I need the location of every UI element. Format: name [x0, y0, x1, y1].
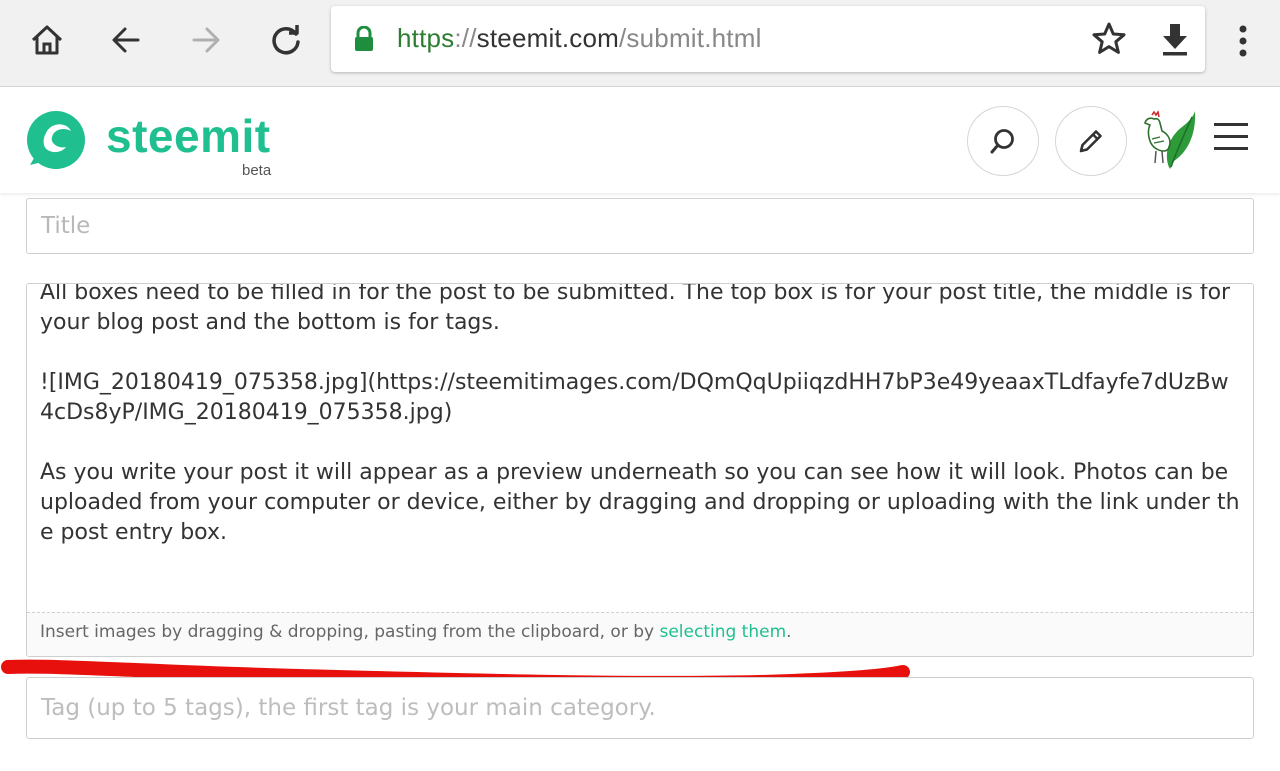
avatar-icon[interactable]: [1140, 109, 1196, 173]
hamburger-icon[interactable]: [1214, 123, 1252, 157]
pencil-icon: [1079, 130, 1102, 153]
body-image-markdown: ![IMG_20180419_075358.jpg](https://steem…: [40, 370, 1229, 425]
url-host: steemit.com: [476, 23, 619, 53]
back-icon[interactable]: [106, 20, 146, 60]
image-dropzone[interactable]: Insert images by dragging & dropping, pa…: [27, 612, 1253, 656]
dropzone-hint-end: .: [786, 622, 792, 642]
url-path: /submit.html: [619, 23, 762, 53]
search-icon: [990, 129, 1014, 154]
steemit-logo-icon[interactable]: [24, 109, 88, 173]
title-input[interactable]: [26, 198, 1254, 254]
url-scheme: https: [397, 23, 455, 53]
forward-icon[interactable]: [186, 20, 226, 60]
site-header: steemit beta: [0, 87, 1280, 193]
submit-story-button[interactable]: [1055, 106, 1127, 176]
tags-input[interactable]: [26, 677, 1254, 739]
reload-icon[interactable]: [266, 20, 306, 60]
url-separator: ://: [454, 23, 477, 53]
beta-label: beta: [242, 162, 272, 179]
download-icon[interactable]: [1157, 20, 1193, 58]
body-paragraph: As you write your post it will appear as…: [40, 460, 1240, 545]
home-icon[interactable]: [27, 20, 67, 60]
select-images-link[interactable]: selecting them: [659, 622, 786, 642]
search-button[interactable]: [967, 106, 1039, 176]
lock-icon: [355, 26, 373, 51]
brand-wordmark[interactable]: steemit: [106, 113, 271, 159]
browser-toolbar: https://steemit.com/submit.html: [0, 0, 1280, 87]
post-body-editor[interactable]: All boxes need to be filled in for the p…: [26, 283, 1254, 657]
more-vert-icon[interactable]: [1228, 22, 1258, 60]
url-text[interactable]: https://steemit.com/submit.html: [397, 23, 762, 54]
star-icon[interactable]: [1090, 20, 1128, 58]
post-body-text[interactable]: All boxes need to be filled in for the p…: [40, 283, 1240, 578]
dropzone-hint: Insert images by dragging & dropping, pa…: [40, 622, 660, 642]
address-bar[interactable]: https://steemit.com/submit.html: [331, 6, 1205, 72]
body-paragraph: All boxes need to be filled in for the p…: [40, 283, 1238, 335]
